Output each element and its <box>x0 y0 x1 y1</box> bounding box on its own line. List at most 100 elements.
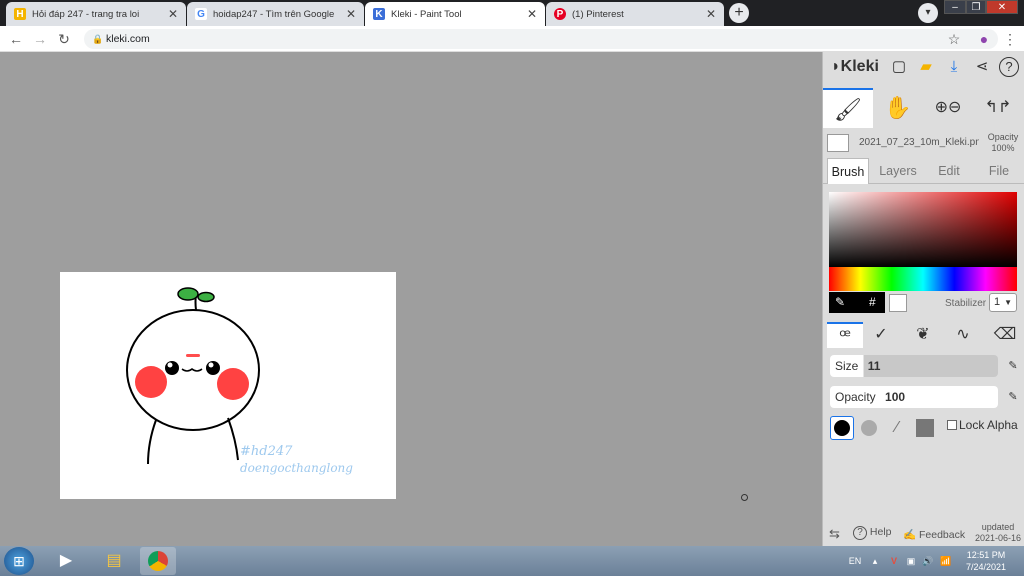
tab-file[interactable]: File <box>977 158 1021 184</box>
round-tip-icon <box>834 420 850 436</box>
tab-kleki[interactable]: K Kleki - Paint Tool ✕ <box>365 2 545 26</box>
feedback-link[interactable]: ✍ Feedback <box>903 528 965 541</box>
help-icon[interactable]: ? <box>999 57 1019 77</box>
media-player-icon[interactable]: ▶ <box>48 547 84 575</box>
sketchy-brush-icon[interactable]: ❦ <box>911 324 935 344</box>
tab-pinterest[interactable]: P (1) Pinterest ✕ <box>546 2 724 26</box>
extension-icon[interactable]: ● <box>976 31 992 47</box>
hue-slider[interactable] <box>829 267 1017 291</box>
close-icon[interactable]: ✕ <box>346 7 356 21</box>
size-value: 11 <box>867 359 881 373</box>
hand-tool-button[interactable]: ✋ <box>873 88 923 128</box>
secondary-color-swatch[interactable] <box>889 294 907 312</box>
new-file-icon[interactable]: ▢ <box>891 58 907 76</box>
tab-google-search[interactable]: G hoidap247 - Tìm trên Google ✕ <box>187 2 364 26</box>
watermark-text: #hd247 doengocthanglong <box>240 444 353 476</box>
feedback-icon: ✍ <box>903 529 917 541</box>
tab-edit[interactable]: Edit <box>927 158 971 184</box>
file-explorer-icon[interactable]: ▤ <box>96 547 132 575</box>
pen-brush-button[interactable]: ꟹ <box>827 322 863 348</box>
nose-blush <box>186 354 200 357</box>
size-label: Size <box>835 359 859 373</box>
undo-redo-button[interactable]: ↰↱ <box>973 88 1023 128</box>
minimize-icon[interactable]: – <box>944 0 966 14</box>
zoom-in-out-icon: ⊕⊖ <box>934 99 962 116</box>
color-saturation-picker[interactable] <box>829 192 1017 267</box>
device-icon[interactable]: ▣ <box>904 546 918 576</box>
profile-menu-icon[interactable]: ▾ <box>918 3 938 23</box>
star-icon[interactable]: ☆ <box>946 31 962 47</box>
body-right <box>227 417 239 461</box>
open-folder-icon[interactable]: ▰ <box>917 58 935 76</box>
tab-hoidap247[interactable]: H Hỏi đáp 247 - trang tra loi ✕ <box>6 2 186 26</box>
new-tab-button[interactable]: + <box>729 3 749 23</box>
edit-size-icon[interactable]: ✎ <box>1006 359 1020 373</box>
clock-date: 7/24/2021 <box>965 562 1007 572</box>
round-hard-tip-button[interactable] <box>830 416 854 440</box>
kleki-favicon-icon: K <box>373 8 385 20</box>
network-icon[interactable]: 📶 <box>938 546 954 576</box>
layer-thumbnail[interactable] <box>827 134 849 152</box>
reload-icon[interactable]: ↻ <box>56 31 72 47</box>
chisel-tip-button[interactable]: ⁄ <box>885 416 909 440</box>
start-button[interactable]: ⊞ <box>4 547 34 575</box>
watermark-line-1: #hd247 <box>240 444 293 459</box>
language-indicator[interactable]: EN <box>844 546 866 576</box>
close-icon[interactable]: ✕ <box>527 7 537 21</box>
blend-brush-icon[interactable]: ✓ <box>869 324 893 344</box>
feedback-label: Feedback <box>919 529 966 541</box>
lock-alpha-label: Lock Alpha <box>959 418 1018 432</box>
hand-icon: ✋ <box>884 95 912 120</box>
tray-expand-icon[interactable]: ▴ <box>868 546 882 576</box>
panel-footer: ⇆ ? Help ✍ Feedback updated 2021-06-16 <box>823 522 1024 546</box>
eraser-icon[interactable]: ⌫ <box>993 324 1017 344</box>
pen-brush-icon: ꟹ <box>839 326 851 346</box>
eyedropper-icon[interactable]: ✎ <box>835 295 845 309</box>
tab-title: hoidap247 - Tìm trên Google <box>213 8 335 20</box>
opacity-label: Opacity <box>835 390 876 404</box>
share-icon[interactable]: ⋖ <box>973 58 991 76</box>
stabilizer-select[interactable]: 1 ▼ <box>989 293 1017 312</box>
brush-cursor-icon <box>741 494 748 501</box>
restore-icon[interactable]: ❐ <box>966 0 986 14</box>
canvas-workspace[interactable]: #hd247 doengocthanglong <box>0 52 822 546</box>
zoom-button[interactable]: ⊕⊖ <box>923 88 973 128</box>
close-icon[interactable]: ✕ <box>706 7 716 21</box>
brush-icon: 🖌 <box>834 97 862 122</box>
square-tip-icon <box>916 419 934 437</box>
windows-taskbar: ⊞ ▶ ▤ EN ▴ V ▣ 🔊 📶 12:51 PM 7/24/2021 <box>0 546 1024 576</box>
tab-brush[interactable]: Brush <box>827 158 869 184</box>
menu-dots-icon[interactable]: ⋮ <box>1002 31 1018 47</box>
chevron-down-icon: ▼ <box>1004 298 1013 307</box>
size-slider[interactable]: Size 11 <box>830 355 998 377</box>
smooth-brush-icon[interactable]: ∿ <box>951 324 975 344</box>
url-field[interactable]: 🔒 kleki.com <box>84 29 998 49</box>
chisel-tip-icon: ⁄ <box>895 419 899 436</box>
close-icon[interactable]: ✕ <box>168 7 178 21</box>
right-cheek <box>217 368 249 400</box>
brand-text: Kleki <box>840 58 879 75</box>
clock-time: 12:51 PM <box>966 550 1006 560</box>
edit-opacity-icon[interactable]: ✎ <box>1006 390 1020 404</box>
round-soft-tip-button[interactable] <box>857 416 881 440</box>
download-icon[interactable]: ⤓ <box>945 58 963 76</box>
forward-arrow-icon[interactable]: → <box>32 31 48 47</box>
volume-icon[interactable]: 🔊 <box>920 546 936 576</box>
chrome-icon[interactable] <box>140 547 176 575</box>
back-arrow-icon[interactable]: ← <box>8 31 24 47</box>
opacity-slider[interactable]: Opacity 100 <box>830 386 998 408</box>
help-link[interactable]: ? Help <box>853 526 892 540</box>
hex-input-button[interactable]: # <box>869 295 876 309</box>
lock-alpha-checkbox[interactable]: Lock Alpha <box>947 418 1018 432</box>
sprout-leaf-right <box>197 291 215 303</box>
drawing-canvas[interactable]: #hd247 doengocthanglong <box>60 272 396 499</box>
square-tip-button[interactable] <box>913 416 937 440</box>
tab-layers[interactable]: Layers <box>875 158 921 184</box>
swap-icon[interactable]: ⇆ <box>829 526 840 542</box>
vpn-icon[interactable]: V <box>886 546 902 576</box>
brush-tool-button[interactable]: 🖌 <box>823 88 873 128</box>
clock[interactable]: 12:51 PM 7/24/2021 <box>958 546 1014 576</box>
panel-tabs: Brush Layers Edit File <box>823 158 1024 184</box>
close-window-icon[interactable]: ✕ <box>986 0 1018 14</box>
updated-label: updated <box>981 522 1015 532</box>
